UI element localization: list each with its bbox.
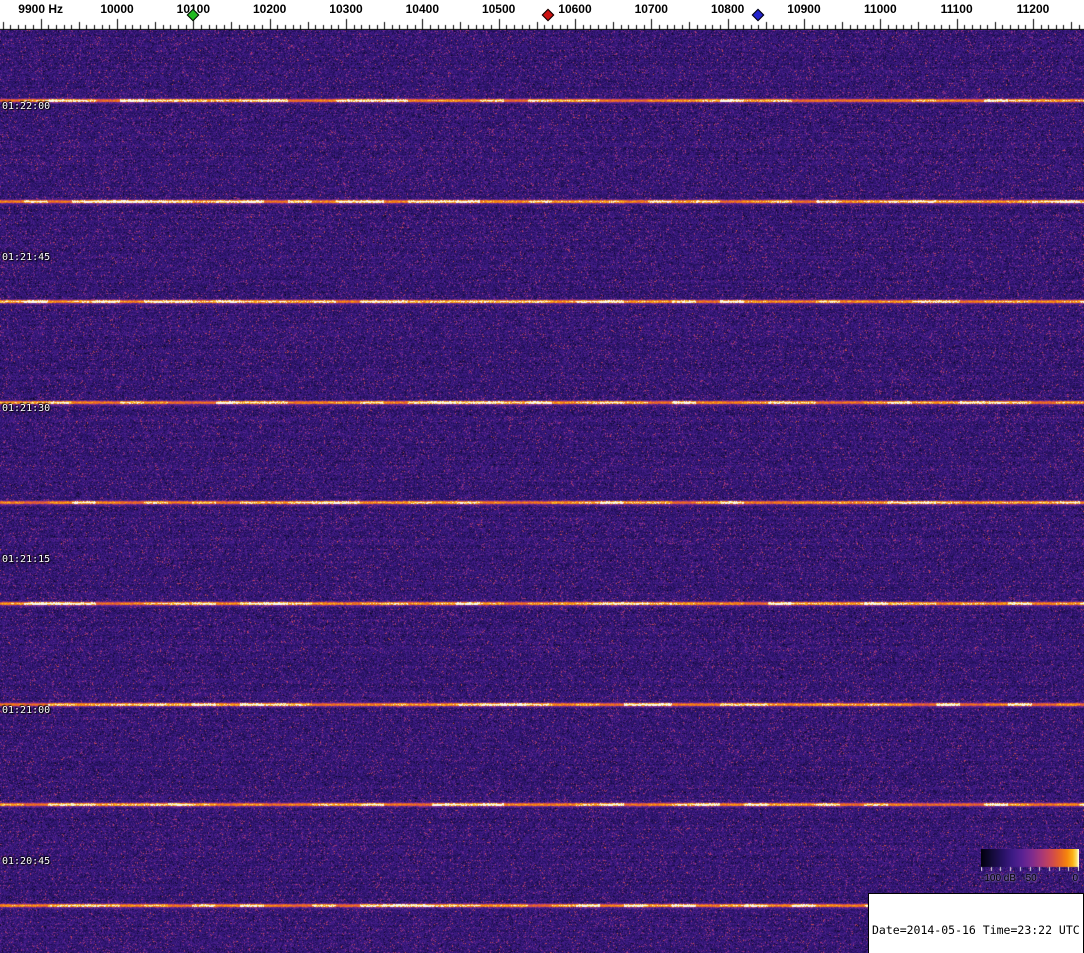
freq-tick-label: 10000	[100, 2, 133, 16]
freq-tick-label: 10400	[406, 2, 439, 16]
freq-tick-label: 10500	[482, 2, 515, 16]
db-scale-gradient	[981, 849, 1079, 873]
freq-tick-label: 9900 Hz	[18, 2, 63, 16]
time-tick-label: 01:21:45	[2, 252, 50, 263]
freq-tick-label: 11000	[864, 2, 897, 16]
freq-tick-label: 11100	[941, 2, 973, 16]
waterfall-area: 01:22:00 01:21:45 01:21:30 01:21:15 01:21:00…	[0, 30, 1084, 953]
freq-tick-label: 10300	[329, 2, 362, 16]
frequency-ruler: 9900 Hz100001010010200103001040010500106…	[0, 0, 1084, 30]
time-tick-label: 01:21:15	[2, 554, 50, 565]
observation-info-box: Date=2014-05-16 Time=23:22 UTC Freq=143 …	[868, 893, 1084, 953]
info-date-time: Date=2014-05-16 Time=23:22 UTC	[872, 923, 1080, 937]
time-tick-label: 01:21:00	[2, 705, 50, 716]
db-scale-legend: -100 dB -50 0	[981, 849, 1081, 889]
time-tick-label: 01:20:45	[2, 856, 50, 867]
spectrogram-app: 9900 Hz100001010010200103001040010500106…	[0, 0, 1084, 953]
time-tick-label: 01:21:30	[2, 403, 50, 414]
freq-tick-label: 10800	[711, 2, 744, 16]
freq-tick-label: 10600	[558, 2, 591, 16]
freq-tick-label: 10700	[635, 2, 668, 16]
freq-tick-label: 10900	[787, 2, 820, 16]
time-tick-label: 01:22:00	[2, 101, 50, 112]
db-scale-label: 0	[1072, 873, 1078, 884]
db-scale-label: -50	[1022, 873, 1036, 884]
db-scale-label: -100 dB	[981, 873, 1016, 884]
spectrogram-canvas	[0, 30, 1084, 953]
freq-tick-label: 10200	[253, 2, 286, 16]
freq-tick-label: 11200	[1017, 2, 1050, 16]
